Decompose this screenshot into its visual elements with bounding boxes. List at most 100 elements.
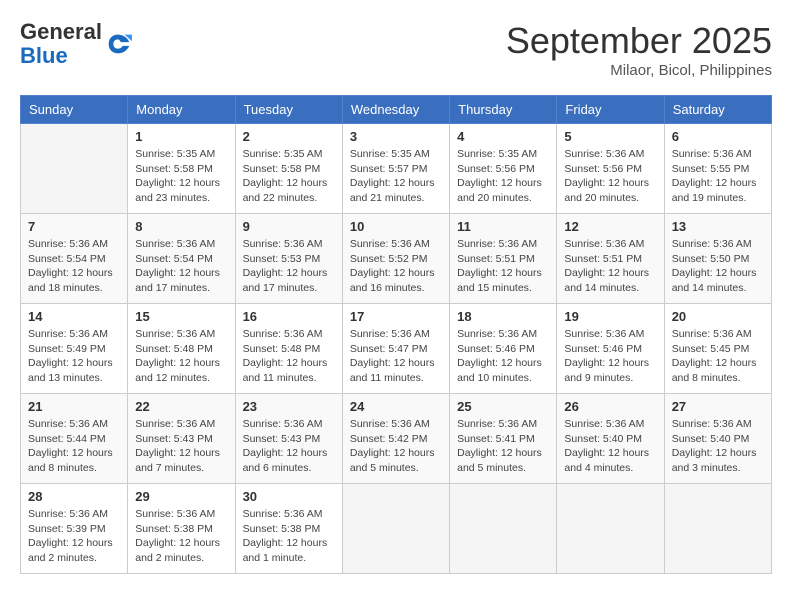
day-number: 27 — [672, 399, 764, 414]
logo: General Blue — [20, 20, 132, 68]
calendar-cell: 6 Sunrise: 5:36 AM Sunset: 5:55 PM Daylig… — [664, 124, 771, 214]
cell-info: Sunrise: 5:36 AM Sunset: 5:54 PM Dayligh… — [135, 237, 227, 296]
calendar-cell: 17 Sunrise: 5:36 AM Sunset: 5:47 PM Dayli… — [342, 304, 449, 394]
day-number: 18 — [457, 309, 549, 324]
cell-info: Sunrise: 5:35 AM Sunset: 5:58 PM Dayligh… — [135, 147, 227, 206]
cell-info: Sunrise: 5:35 AM Sunset: 5:56 PM Dayligh… — [457, 147, 549, 206]
calendar-cell: 3Sunrise: 5:35 AM Sunset: 5:57 PM Daylig… — [342, 124, 449, 214]
day-header-wednesday: Wednesday — [342, 96, 449, 124]
calendar-week-3: 14 Sunrise: 5:36 AM Sunset: 5:49 PM Dayli… — [21, 304, 772, 394]
calendar-cell: 22Sunrise: 5:36 AM Sunset: 5:43 PM Dayli… — [128, 394, 235, 484]
calendar-cell: 18 Sunrise: 5:36 AM Sunset: 5:46 PM Dayli… — [450, 304, 557, 394]
calendar-week-4: 21 Sunrise: 5:36 AM Sunset: 5:44 PM Dayli… — [21, 394, 772, 484]
day-number: 30 — [243, 489, 335, 504]
day-number: 3 — [350, 129, 442, 144]
day-number: 6 — [672, 129, 764, 144]
cell-info: Sunrise: 5:36 AM Sunset: 5:38 PM Dayligh… — [135, 507, 227, 566]
day-number: 23 — [243, 399, 335, 414]
cell-info: Sunrise: 5:36 AM Sunset: 5:56 PM Dayligh… — [564, 147, 656, 206]
calendar-header-row: SundayMondayTuesdayWednesdayThursdayFrid… — [21, 96, 772, 124]
cell-info: Sunrise: 5:36 AM Sunset: 5:40 PM Dayligh… — [564, 417, 656, 476]
cell-info: Sunrise: 5:36 AM Sunset: 5:42 PM Dayligh… — [350, 417, 442, 476]
cell-info: Sunrise: 5:36 AM Sunset: 5:46 PM Dayligh… — [564, 327, 656, 386]
day-header-friday: Friday — [557, 96, 664, 124]
day-number: 16 — [243, 309, 335, 324]
calendar-cell: 13 Sunrise: 5:36 AM Sunset: 5:50 PM Dayli… — [664, 214, 771, 304]
cell-info: Sunrise: 5:36 AM Sunset: 5:47 PM Dayligh… — [350, 327, 442, 386]
calendar-week-1: 1Sunrise: 5:35 AM Sunset: 5:58 PM Daylig… — [21, 124, 772, 214]
calendar-cell: 20 Sunrise: 5:36 AM Sunset: 5:45 PM Dayli… — [664, 304, 771, 394]
day-number: 24 — [350, 399, 442, 414]
cell-info: Sunrise: 5:36 AM Sunset: 5:41 PM Dayligh… — [457, 417, 549, 476]
calendar-cell: 27Sunrise: 5:36 AM Sunset: 5:40 PM Dayli… — [664, 394, 771, 484]
cell-info: Sunrise: 5:36 AM Sunset: 5:48 PM Dayligh… — [135, 327, 227, 386]
cell-info: Sunrise: 5:36 AM Sunset: 5:49 PM Dayligh… — [28, 327, 120, 386]
calendar-cell: 15Sunrise: 5:36 AM Sunset: 5:48 PM Dayli… — [128, 304, 235, 394]
calendar-cell: 1Sunrise: 5:35 AM Sunset: 5:58 PM Daylig… — [128, 124, 235, 214]
calendar-cell: 23 Sunrise: 5:36 AM Sunset: 5:43 PM Dayli… — [235, 394, 342, 484]
day-number: 13 — [672, 219, 764, 234]
cell-info: Sunrise: 5:36 AM Sunset: 5:46 PM Dayligh… — [457, 327, 549, 386]
day-header-tuesday: Tuesday — [235, 96, 342, 124]
cell-info: Sunrise: 5:36 AM Sunset: 5:55 PM Dayligh… — [672, 147, 764, 206]
day-number: 17 — [350, 309, 442, 324]
day-number: 26 — [564, 399, 656, 414]
day-number: 12 — [564, 219, 656, 234]
calendar-cell: 19 Sunrise: 5:36 AM Sunset: 5:46 PM Dayli… — [557, 304, 664, 394]
calendar-cell — [557, 484, 664, 574]
logo-blue: Blue — [20, 43, 68, 68]
cell-info: Sunrise: 5:36 AM Sunset: 5:54 PM Dayligh… — [28, 237, 120, 296]
cell-info: Sunrise: 5:36 AM Sunset: 5:51 PM Dayligh… — [457, 237, 549, 296]
day-number: 14 — [28, 309, 120, 324]
calendar-cell: 29 Sunrise: 5:36 AM Sunset: 5:38 PM Dayli… — [128, 484, 235, 574]
cell-info: Sunrise: 5:36 AM Sunset: 5:43 PM Dayligh… — [243, 417, 335, 476]
calendar-cell: 25Sunrise: 5:36 AM Sunset: 5:41 PM Dayli… — [450, 394, 557, 484]
calendar-cell: 28Sunrise: 5:36 AM Sunset: 5:39 PM Dayli… — [21, 484, 128, 574]
day-number: 8 — [135, 219, 227, 234]
calendar-cell: 9Sunrise: 5:36 AM Sunset: 5:53 PM Daylig… — [235, 214, 342, 304]
day-number: 21 — [28, 399, 120, 414]
calendar-cell — [21, 124, 128, 214]
calendar-cell: 26 Sunrise: 5:36 AM Sunset: 5:40 PM Dayli… — [557, 394, 664, 484]
day-number: 9 — [243, 219, 335, 234]
cell-info: Sunrise: 5:36 AM Sunset: 5:50 PM Dayligh… — [672, 237, 764, 296]
cell-info: Sunrise: 5:36 AM Sunset: 5:48 PM Dayligh… — [243, 327, 335, 386]
calendar-cell: 11Sunrise: 5:36 AM Sunset: 5:51 PM Dayli… — [450, 214, 557, 304]
calendar-table: SundayMondayTuesdayWednesdayThursdayFrid… — [20, 95, 772, 574]
day-number: 4 — [457, 129, 549, 144]
calendar-cell — [342, 484, 449, 574]
cell-info: Sunrise: 5:36 AM Sunset: 5:45 PM Dayligh… — [672, 327, 764, 386]
cell-info: Sunrise: 5:36 AM Sunset: 5:51 PM Dayligh… — [564, 237, 656, 296]
calendar-week-5: 28Sunrise: 5:36 AM Sunset: 5:39 PM Dayli… — [21, 484, 772, 574]
calendar-week-2: 7 Sunrise: 5:36 AM Sunset: 5:54 PM Daylig… — [21, 214, 772, 304]
calendar-cell: 5 Sunrise: 5:36 AM Sunset: 5:56 PM Daylig… — [557, 124, 664, 214]
cell-info: Sunrise: 5:35 AM Sunset: 5:58 PM Dayligh… — [243, 147, 335, 206]
day-header-saturday: Saturday — [664, 96, 771, 124]
day-number: 19 — [564, 309, 656, 324]
calendar-cell: 2 Sunrise: 5:35 AM Sunset: 5:58 PM Daylig… — [235, 124, 342, 214]
cell-info: Sunrise: 5:36 AM Sunset: 5:52 PM Dayligh… — [350, 237, 442, 296]
day-header-thursday: Thursday — [450, 96, 557, 124]
calendar-cell: 4 Sunrise: 5:35 AM Sunset: 5:56 PM Daylig… — [450, 124, 557, 214]
page-header: General Blue September 2025 Milaor, Bico… — [20, 20, 772, 79]
day-number: 7 — [28, 219, 120, 234]
logo-general: General — [20, 19, 102, 44]
day-header-monday: Monday — [128, 96, 235, 124]
location: Milaor, Bicol, Philippines — [506, 62, 772, 79]
calendar-cell — [664, 484, 771, 574]
calendar-cell: 16 Sunrise: 5:36 AM Sunset: 5:48 PM Dayli… — [235, 304, 342, 394]
day-number: 10 — [350, 219, 442, 234]
day-header-sunday: Sunday — [21, 96, 128, 124]
day-number: 2 — [243, 129, 335, 144]
day-number: 28 — [28, 489, 120, 504]
day-number: 20 — [672, 309, 764, 324]
calendar-cell: 30Sunrise: 5:36 AM Sunset: 5:38 PM Dayli… — [235, 484, 342, 574]
day-number: 29 — [135, 489, 227, 504]
calendar-cell: 24 Sunrise: 5:36 AM Sunset: 5:42 PM Dayli… — [342, 394, 449, 484]
calendar-cell: 7 Sunrise: 5:36 AM Sunset: 5:54 PM Daylig… — [21, 214, 128, 304]
day-number: 5 — [564, 129, 656, 144]
day-number: 22 — [135, 399, 227, 414]
cell-info: Sunrise: 5:36 AM Sunset: 5:44 PM Dayligh… — [28, 417, 120, 476]
calendar-cell: 8 Sunrise: 5:36 AM Sunset: 5:54 PM Daylig… — [128, 214, 235, 304]
calendar-cell — [450, 484, 557, 574]
